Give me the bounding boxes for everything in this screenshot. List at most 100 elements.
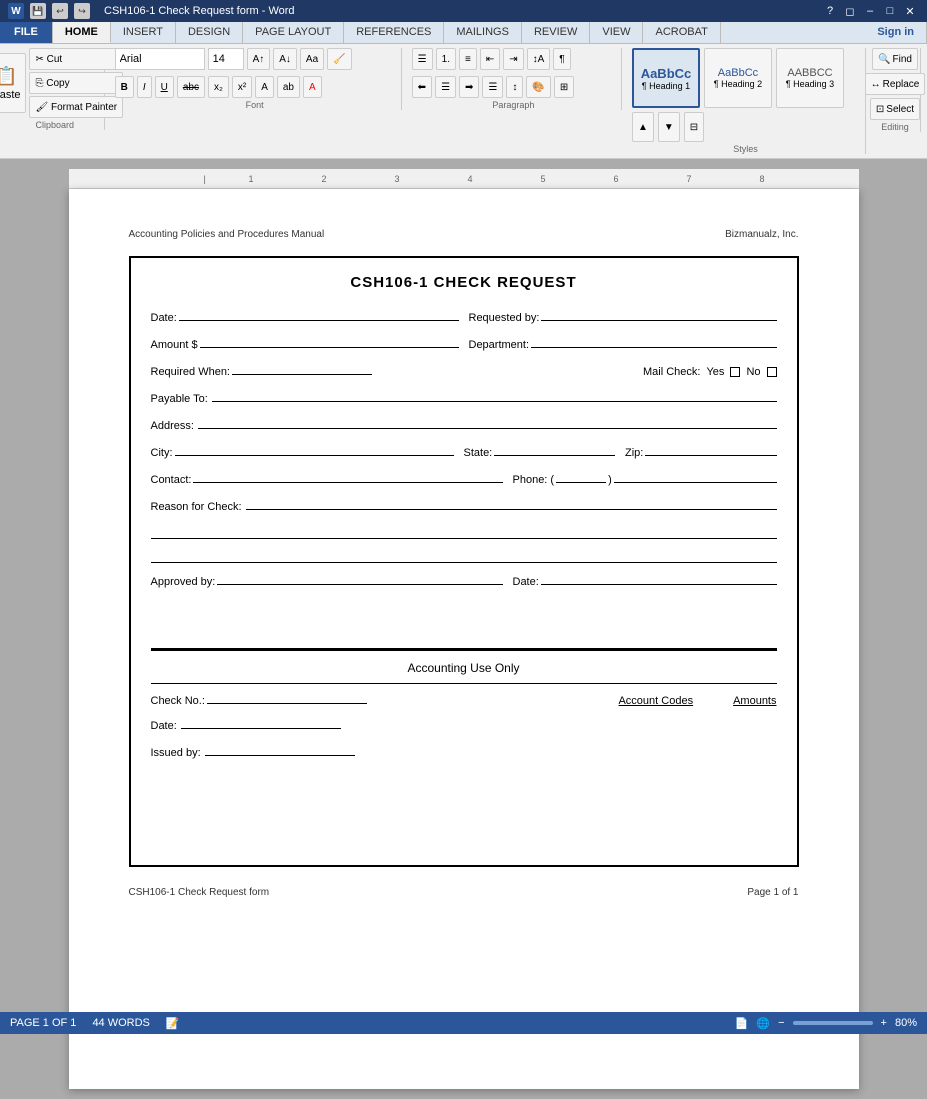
view-web-icon[interactable]: 🌐 bbox=[756, 1017, 770, 1030]
redo-icon[interactable]: ↪ bbox=[74, 3, 90, 19]
payable-line[interactable] bbox=[212, 388, 777, 402]
state-label: State: bbox=[464, 447, 493, 459]
borders-button[interactable]: ⊞ bbox=[554, 76, 574, 98]
underline-button[interactable]: U bbox=[155, 76, 174, 98]
zoom-out-icon[interactable]: − bbox=[778, 1017, 784, 1029]
reason-line1[interactable] bbox=[246, 496, 777, 510]
proofing-icon[interactable]: 📝 bbox=[166, 1017, 180, 1030]
styles-scroll-down[interactable]: ▼ bbox=[658, 112, 680, 142]
state-line[interactable] bbox=[494, 442, 615, 456]
tab-pagelayout[interactable]: PAGE LAYOUT bbox=[243, 22, 344, 43]
tab-home[interactable]: HOME bbox=[53, 22, 111, 43]
approved-date-label: Date: bbox=[513, 576, 539, 588]
city-line[interactable] bbox=[175, 442, 454, 456]
check-no-line[interactable] bbox=[207, 690, 367, 704]
select-button[interactable]: ⊡ Select bbox=[870, 98, 920, 120]
phone-number-line[interactable] bbox=[614, 469, 777, 483]
decrease-indent-button[interactable]: ⇤ bbox=[480, 48, 500, 70]
undo-icon[interactable]: ↩ bbox=[52, 3, 68, 19]
bold-button[interactable]: B bbox=[115, 76, 134, 98]
contact-line[interactable] bbox=[193, 469, 502, 483]
date-line[interactable] bbox=[179, 307, 459, 321]
zoom-in-icon[interactable]: + bbox=[881, 1017, 887, 1029]
find-button[interactable]: 🔍 Find bbox=[872, 48, 918, 70]
footer-left: CSH106-1 Check Request form bbox=[129, 887, 270, 898]
subscript-button[interactable]: x₂ bbox=[208, 76, 229, 98]
clear-format-button[interactable]: 🧹 bbox=[327, 48, 351, 70]
zoom-level[interactable]: 80% bbox=[895, 1017, 917, 1029]
show-marks-button[interactable]: ¶ bbox=[553, 48, 570, 70]
maximize-button[interactable]: □ bbox=[881, 2, 899, 20]
strikethrough-button[interactable]: abc bbox=[177, 76, 205, 98]
close-button[interactable]: ✕ bbox=[901, 2, 919, 20]
tab-design[interactable]: DESIGN bbox=[176, 22, 243, 43]
font-size-input[interactable] bbox=[208, 48, 244, 70]
tab-view[interactable]: VIEW bbox=[590, 22, 643, 43]
minimize-button[interactable]: – bbox=[861, 2, 879, 20]
no-checkbox[interactable] bbox=[767, 367, 777, 377]
zip-line[interactable] bbox=[645, 442, 776, 456]
approved-line[interactable] bbox=[217, 571, 502, 585]
bullets-button[interactable]: ☰ bbox=[412, 48, 433, 70]
reason-line3[interactable] bbox=[151, 547, 777, 563]
replace-button[interactable]: ↔ Replace bbox=[865, 73, 926, 95]
check-request-form: CSH106-1 CHECK REQUEST Date: Requested b… bbox=[129, 256, 799, 867]
phone-area-line[interactable] bbox=[556, 469, 606, 483]
justify-button[interactable]: ☰ bbox=[482, 76, 503, 98]
zoom-slider[interactable] bbox=[793, 1021, 873, 1025]
clipboard-controls: 📋 Paste ✂ Cut ⎘ Copy 🖌 Format Painter bbox=[0, 48, 123, 118]
yes-checkbox[interactable] bbox=[730, 367, 740, 377]
italic-button[interactable]: I bbox=[137, 76, 152, 98]
line-spacing-button[interactable]: ↕ bbox=[506, 76, 523, 98]
tab-mailings[interactable]: MAILINGS bbox=[444, 22, 522, 43]
account-codes-amounts: Account Codes Amounts bbox=[618, 695, 776, 707]
styles-expand[interactable]: ⊟ bbox=[684, 112, 704, 142]
multilevel-button[interactable]: ≡ bbox=[459, 48, 477, 70]
styles-scroll-up[interactable]: ▲ bbox=[632, 112, 654, 142]
required-line[interactable] bbox=[232, 361, 372, 375]
highlight-button[interactable]: ab bbox=[277, 76, 300, 98]
title-controls: ? ◻ – □ ✕ bbox=[821, 2, 919, 20]
address-line[interactable] bbox=[198, 415, 777, 429]
align-left-button[interactable]: ⬅ bbox=[412, 76, 432, 98]
date2-line[interactable] bbox=[181, 715, 341, 729]
heading3-style[interactable]: AABBCC ¶ Heading 3 bbox=[776, 48, 844, 108]
department-line[interactable] bbox=[531, 334, 776, 348]
font-color-button[interactable]: A bbox=[303, 76, 322, 98]
heading1-style[interactable]: AaBbCc ¶ Heading 1 bbox=[632, 48, 700, 108]
address-label: Address: bbox=[151, 420, 194, 432]
align-center-button[interactable]: ☰ bbox=[435, 76, 456, 98]
grow-font-button[interactable]: A↑ bbox=[247, 48, 271, 70]
shrink-font-button[interactable]: A↓ bbox=[273, 48, 297, 70]
approved-label: Approved by: bbox=[151, 576, 216, 588]
issued-line[interactable] bbox=[205, 742, 355, 756]
sign-in[interactable]: Sign in bbox=[865, 22, 927, 43]
tab-review[interactable]: REVIEW bbox=[522, 22, 590, 43]
tab-file[interactable]: FILE bbox=[0, 22, 53, 43]
align-right-button[interactable]: ➡ bbox=[459, 76, 479, 98]
view-print-icon[interactable]: 📄 bbox=[735, 1017, 749, 1030]
tab-acrobat[interactable]: ACROBAT bbox=[643, 22, 720, 43]
tab-insert[interactable]: INSERT bbox=[111, 22, 176, 43]
text-effects-button[interactable]: A bbox=[255, 76, 274, 98]
increase-indent-button[interactable]: ⇥ bbox=[503, 48, 523, 70]
tab-references[interactable]: REFERENCES bbox=[344, 22, 444, 43]
numbering-button[interactable]: 1. bbox=[436, 48, 456, 70]
save-icon[interactable]: 💾 bbox=[30, 3, 46, 19]
heading2-style[interactable]: AaBbCc ¶ Heading 2 bbox=[704, 48, 772, 108]
help-button[interactable]: ? bbox=[821, 2, 839, 20]
date2-row: Date: bbox=[151, 715, 777, 732]
requested-line[interactable] bbox=[541, 307, 776, 321]
approved-date-line[interactable] bbox=[541, 571, 777, 585]
shading-button[interactable]: 🎨 bbox=[526, 76, 550, 98]
reason-line2[interactable] bbox=[151, 523, 777, 539]
word-icon[interactable]: W bbox=[8, 3, 24, 19]
change-case-button[interactable]: Aa bbox=[300, 48, 324, 70]
paste-button[interactable]: 📋 Paste bbox=[0, 53, 26, 113]
font-name-input[interactable] bbox=[115, 48, 205, 70]
status-bar: PAGE 1 OF 1 44 WORDS 📝 📄 🌐 − + 80% bbox=[0, 1012, 927, 1034]
ribbon-toggle[interactable]: ◻ bbox=[841, 2, 859, 20]
amount-line[interactable] bbox=[200, 334, 459, 348]
sort-button[interactable]: ↕A bbox=[527, 48, 551, 70]
superscript-button[interactable]: x² bbox=[232, 76, 252, 98]
